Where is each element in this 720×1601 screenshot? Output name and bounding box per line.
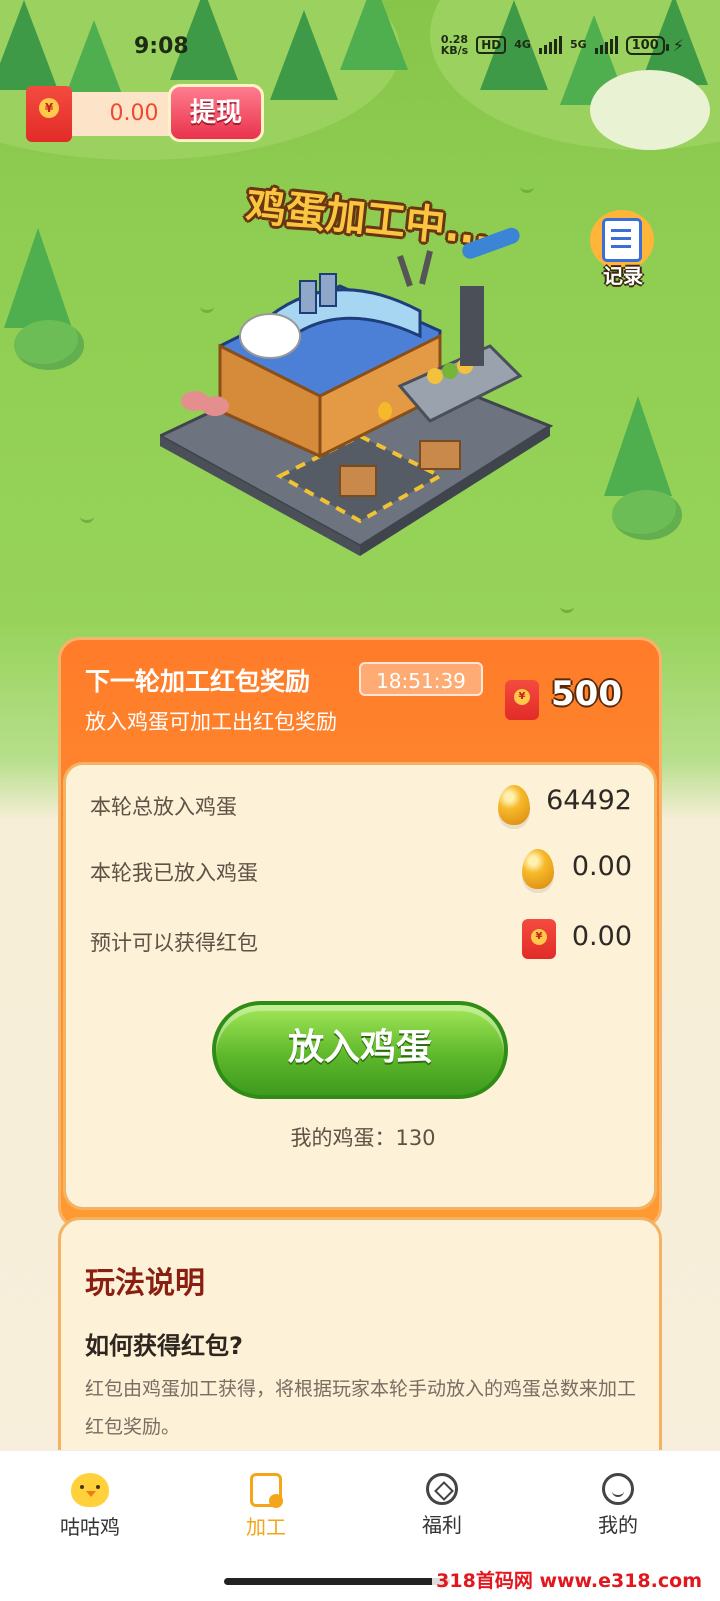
- process-icon: [250, 1473, 283, 1508]
- nav-label: 咕咕鸡: [60, 1515, 120, 1539]
- reward-title: 下一轮加工红包奖励: [85, 667, 311, 696]
- rules-card: 玩法说明 如何获得红包? 红包由鸡蛋加工获得，将根据玩家本轮手动放入的鸡蛋总数来…: [58, 1217, 662, 1477]
- countdown-timer: 18:51:39: [359, 662, 483, 696]
- watermark: 318首码网 www.e318.com: [432, 1566, 706, 1593]
- stat-label-total-eggs: 本轮总放入鸡蛋: [90, 795, 237, 819]
- battery-icon: 100: [625, 35, 669, 55]
- signal-icon: [594, 36, 618, 54]
- reward-card: 下一轮加工红包奖励 18:51:39 放入鸡蛋可加工出红包奖励 ¥ 500 本轮…: [58, 637, 662, 1229]
- status-icons: 0.28 KB/s HD 4G 5G 100 ⚡: [441, 34, 684, 56]
- status-bar: 9:08 0.28 KB/s HD 4G 5G 100 ⚡: [0, 0, 720, 96]
- nav-label: 加工: [246, 1515, 286, 1539]
- rules-subtitle: 如何获得红包?: [85, 1332, 243, 1360]
- nav-label: 福利: [422, 1513, 462, 1537]
- nav-item-profile[interactable]: 我的: [558, 1473, 678, 1538]
- signal-icon: [538, 36, 562, 54]
- egg-icon: [522, 849, 554, 889]
- profile-icon: [602, 1473, 634, 1505]
- stat-value-expected-redpacket: 0.00: [571, 921, 632, 952]
- nav-item-welfare[interactable]: 福利: [382, 1473, 502, 1538]
- net-4g-label: 4G: [514, 38, 531, 51]
- status-time: 9:08: [134, 34, 189, 59]
- red-packet-icon: ¥: [522, 919, 556, 959]
- stat-label-expected-redpacket: 预计可以获得红包: [90, 931, 258, 955]
- withdraw-button[interactable]: 提现: [168, 84, 264, 142]
- my-eggs-count: 我的鸡蛋：130: [290, 1126, 436, 1150]
- put-eggs-button[interactable]: 放入鸡蛋: [212, 1001, 508, 1099]
- rules-title: 玩法说明: [85, 1266, 205, 1301]
- red-packet-icon: ¥: [26, 86, 72, 142]
- home-indicator[interactable]: [224, 1578, 450, 1585]
- net-5g-label: 5G: [569, 38, 587, 51]
- nav-label: 我的: [598, 1513, 638, 1537]
- egg-icon: [498, 785, 530, 825]
- network-speed: 0.28 KB/s: [440, 33, 469, 57]
- charging-icon: ⚡: [672, 35, 684, 55]
- welfare-icon: [426, 1473, 458, 1505]
- stat-label-my-eggs: 本轮我已放入鸡蛋: [90, 861, 258, 885]
- stat-value-my-eggs: 0.00: [571, 851, 632, 882]
- record-label: 记录: [603, 264, 643, 288]
- hd-icon: HD: [476, 36, 507, 54]
- reward-value: 500: [551, 674, 622, 714]
- red-packet-icon: ¥: [505, 680, 539, 720]
- record-button[interactable]: 记录: [590, 210, 656, 290]
- nav-item-chicken[interactable]: 咕咕鸡: [30, 1473, 150, 1540]
- stat-value-total-eggs: 64492: [546, 785, 632, 816]
- rules-text: 红包由鸡蛋加工获得，将根据玩家本轮手动放入的鸡蛋总数来加工红包奖励。: [85, 1378, 637, 1438]
- chick-icon: [71, 1473, 109, 1507]
- nav-item-process[interactable]: 加工: [206, 1473, 326, 1540]
- reward-subtitle: 放入鸡蛋可加工出红包奖励: [85, 710, 337, 734]
- egg-factory-illustration: [160, 227, 554, 556]
- stats-panel: 本轮总放入鸡蛋 64492 本轮我已放入鸡蛋 0.00 预计可以获得红包 ¥ 0…: [63, 762, 657, 1210]
